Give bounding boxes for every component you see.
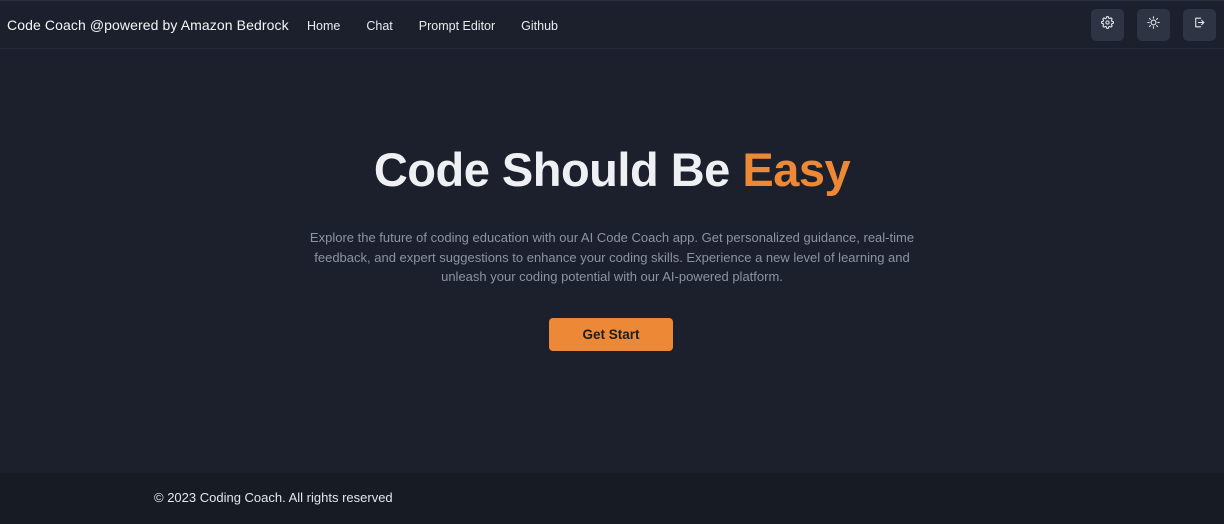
- logout-button[interactable]: [1183, 9, 1216, 41]
- sun-icon: [1147, 16, 1160, 34]
- hero-headline: Code Should Be Easy: [0, 142, 1224, 197]
- logout-icon: [1193, 16, 1206, 34]
- nav-link-home[interactable]: Home: [307, 19, 340, 33]
- main-nav: Home Chat Prompt Editor Github: [307, 19, 584, 33]
- headline-accent-text: Easy: [742, 143, 851, 196]
- gear-icon: [1101, 16, 1114, 34]
- hero-description: Explore the future of coding education w…: [309, 230, 915, 284]
- brand-title[interactable]: Code Coach @powered by Amazon Bedrock: [7, 17, 289, 33]
- settings-button[interactable]: [1091, 9, 1124, 41]
- nav-link-prompt-editor[interactable]: Prompt Editor: [419, 19, 495, 33]
- hero-section: Code Should Be Easy Explore the future o…: [0, 49, 1224, 473]
- app-page: Code Coach @powered by Amazon Bedrock Ho…: [0, 0, 1224, 524]
- nav-link-chat[interactable]: Chat: [366, 19, 392, 33]
- nav-link-github[interactable]: Github: [521, 19, 558, 33]
- theme-toggle-button[interactable]: [1137, 9, 1170, 41]
- get-start-button[interactable]: Get Start: [549, 318, 673, 351]
- headline-main-text: Code Should Be: [373, 143, 743, 196]
- page-footer: © 2023 Coding Coach. All rights reserved: [0, 473, 1224, 524]
- copyright-text: © 2023 Coding Coach. All rights reserved: [154, 490, 393, 505]
- top-navbar: Code Coach @powered by Amazon Bedrock Ho…: [0, 0, 1224, 49]
